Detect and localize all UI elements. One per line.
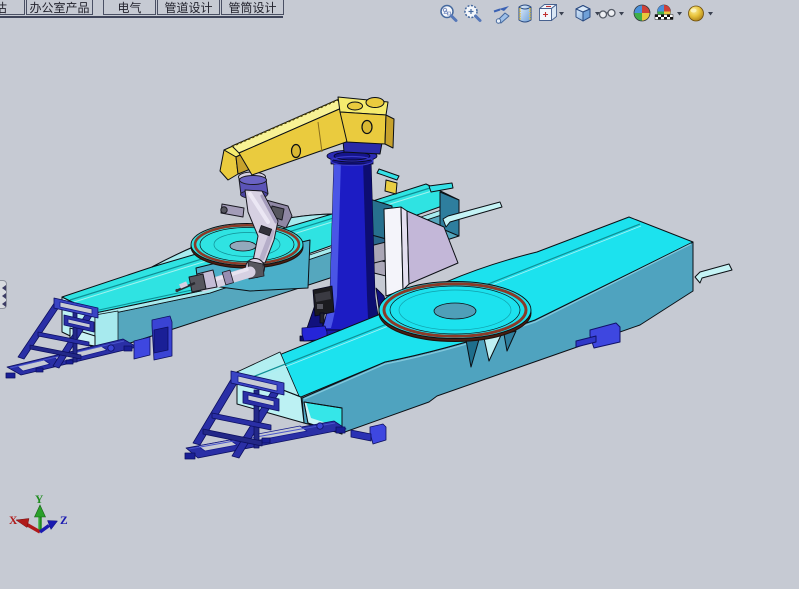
svg-text:X: X: [9, 515, 18, 527]
svg-text:Z: Z: [60, 515, 68, 527]
svg-text:Y: Y: [35, 494, 44, 506]
